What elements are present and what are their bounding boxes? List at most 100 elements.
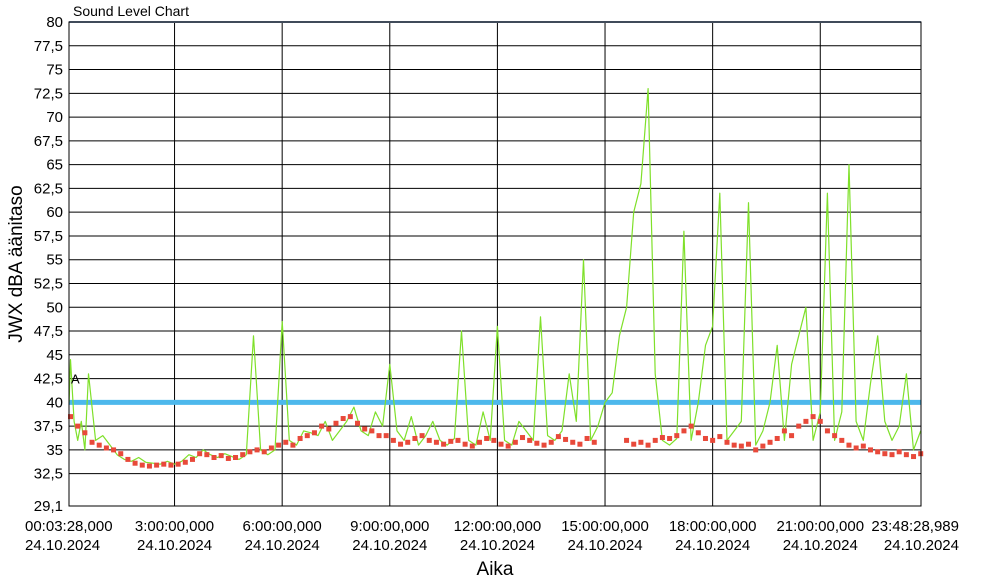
- y-tick-label-9: 52,5: [34, 275, 63, 292]
- data-marker-57: [476, 439, 482, 445]
- data-marker-82: [681, 428, 687, 434]
- data-marker-89: [731, 442, 737, 448]
- data-marker-75: [631, 441, 637, 447]
- x-tick-date-5: 24.10.2024: [567, 537, 642, 554]
- data-marker-90: [738, 443, 744, 449]
- x-axis-ticks: 00:03:28,000 24.10.2024 3:00:00,000 24.10.2…: [25, 518, 959, 554]
- data-marker-98: [796, 423, 802, 429]
- data-marker-92: [753, 447, 759, 453]
- x-tick-time-0: 00:03:28,000: [25, 518, 113, 535]
- x-tick-date-2: 24.10.2024: [245, 537, 320, 554]
- data-marker-39: [347, 414, 353, 420]
- x-tick-time-7: 21:00:00,000: [776, 518, 864, 535]
- data-marker-113: [903, 452, 909, 458]
- data-marker-29: [276, 442, 282, 448]
- data-marker-35: [319, 423, 325, 429]
- data-marker-91: [746, 441, 752, 447]
- data-marker-44: [383, 433, 389, 439]
- data-marker-47: [405, 439, 411, 445]
- y-tick-label-4: 40: [46, 394, 63, 411]
- data-marker-8: [125, 456, 131, 462]
- data-marker-40: [355, 420, 361, 426]
- data-marker-13: [161, 461, 167, 467]
- data-marker-105: [846, 442, 852, 448]
- data-marker-72: [584, 435, 590, 441]
- data-marker-112: [896, 449, 902, 455]
- data-marker-86: [710, 437, 716, 443]
- data-marker-74: [624, 437, 630, 443]
- data-marker-54: [455, 437, 461, 443]
- data-marker-60: [498, 441, 504, 447]
- data-marker-84: [695, 430, 701, 436]
- y-tick-label-12: 60: [46, 204, 63, 221]
- data-marker-16: [182, 459, 188, 465]
- data-marker-25: [247, 449, 253, 455]
- y-tick-label-13: 62,5: [34, 180, 63, 197]
- data-marker-31: [290, 442, 296, 448]
- data-marker-12: [154, 462, 160, 468]
- data-marker-5: [103, 445, 109, 451]
- data-marker-65: [534, 440, 540, 446]
- data-marker-103: [832, 433, 838, 439]
- data-marker-27: [261, 449, 267, 455]
- data-marker-80: [667, 435, 673, 441]
- data-marker-111: [889, 452, 895, 458]
- data-marker-69: [563, 436, 569, 442]
- data-marker-6: [111, 447, 117, 453]
- annotation-marker: A: [71, 372, 80, 387]
- data-marker-24: [240, 452, 246, 458]
- y-tick-label-16: 70: [46, 109, 63, 126]
- data-marker-43: [376, 433, 382, 439]
- data-marker-2: [82, 430, 88, 436]
- y-tick-label-19: 77,5: [34, 38, 63, 55]
- sound-level-chart: 29,1 32,5 35 37,5 40 42,5 45 47,5 50 52,5 55 57,5 60…: [6, 3, 959, 580]
- x-tick-date-6: 24.10.2024: [675, 537, 750, 554]
- data-marker-99: [803, 418, 809, 424]
- data-marker-77: [645, 442, 651, 448]
- data-marker-50: [426, 437, 432, 443]
- data-marker-55: [462, 441, 468, 447]
- data-marker-67: [548, 439, 554, 445]
- data-marker-88: [724, 439, 730, 445]
- x-tick-time-3: 9:00:00,000: [350, 518, 429, 535]
- data-marker-102: [824, 428, 830, 434]
- data-marker-9: [132, 460, 138, 466]
- x-tick-time-1: 3:00:00,000: [135, 518, 214, 535]
- x-tick-date-3: 24.10.2024: [352, 537, 427, 554]
- data-marker-61: [505, 443, 511, 449]
- data-marker-33: [304, 433, 310, 439]
- data-marker-48: [412, 435, 418, 441]
- data-marker-53: [448, 438, 454, 444]
- data-marker-15: [175, 461, 181, 467]
- y-tick-label-14: 65: [46, 157, 63, 174]
- y-tick-label-5: 42,5: [34, 371, 63, 388]
- data-marker-79: [659, 435, 665, 441]
- data-marker-34: [311, 430, 317, 436]
- data-marker-107: [860, 443, 866, 449]
- data-marker-87: [717, 434, 723, 440]
- data-marker-23: [233, 455, 239, 461]
- data-marker-46: [398, 441, 404, 447]
- data-marker-68: [555, 434, 561, 440]
- x-tick-time-8: 23:48:28,989: [871, 518, 959, 535]
- data-marker-11: [146, 463, 152, 469]
- data-marker-18: [197, 451, 203, 457]
- data-marker-73: [591, 439, 597, 445]
- data-marker-17: [189, 456, 195, 462]
- data-marker-4: [96, 442, 102, 448]
- data-marker-94: [767, 439, 773, 445]
- data-marker-108: [867, 447, 873, 453]
- data-marker-52: [441, 441, 447, 447]
- y-tick-label-10: 55: [46, 252, 63, 269]
- data-marker-106: [853, 445, 859, 451]
- x-tick-date-0: 24.10.2024: [25, 537, 100, 554]
- chart-title: Sound Level Chart: [73, 3, 189, 19]
- data-marker-10: [139, 462, 145, 468]
- x-tick-date-8: 24.10.2024: [884, 537, 959, 554]
- data-marker-110: [882, 451, 888, 457]
- y-tick-label-2: 35: [46, 442, 63, 459]
- data-marker-59: [491, 437, 497, 443]
- y-tick-label-11: 57,5: [34, 228, 63, 245]
- data-marker-36: [326, 426, 332, 432]
- y-tick-label-1: 32,5: [34, 466, 63, 483]
